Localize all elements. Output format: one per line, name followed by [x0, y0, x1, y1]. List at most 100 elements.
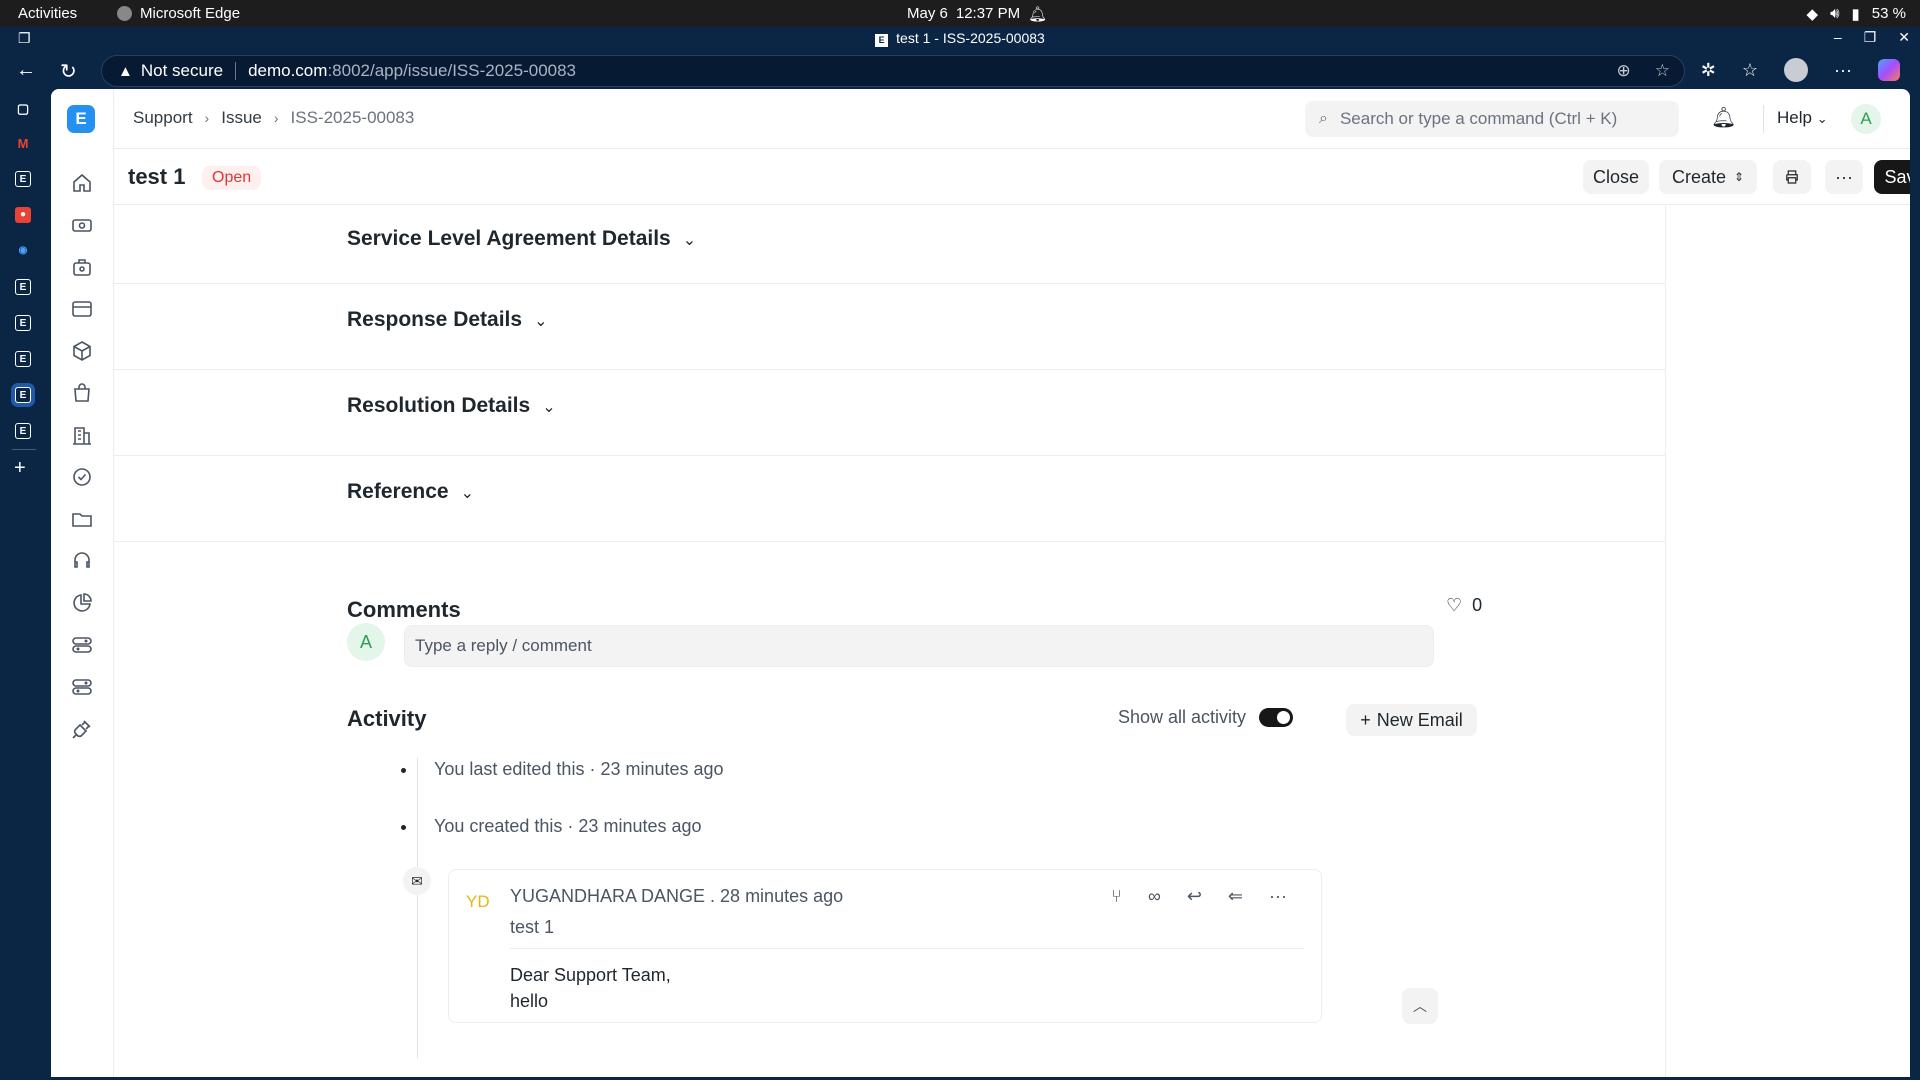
- scroll-to-top-button[interactable]: ︿: [1402, 988, 1438, 1024]
- like-counter[interactable]: ♡ 0: [1446, 595, 1482, 616]
- section-sla-details[interactable]: Service Level Agreement Details ⌄: [114, 205, 1666, 284]
- wifi-icon: ◆: [1806, 5, 1819, 23]
- like-count: 0: [1472, 595, 1483, 615]
- erpnext-tab-icon-active[interactable]: E: [15, 387, 31, 403]
- create-label: Create: [1671, 166, 1726, 187]
- breadcrumb-issue[interactable]: Issue: [221, 108, 262, 128]
- address-bar[interactable]: ▲ Not secure demo.com :8002/app/issue/IS…: [101, 55, 1685, 87]
- show-all-activity-toggle[interactable]: [1259, 708, 1293, 727]
- battery-percent: 53 %: [1871, 5, 1906, 22]
- new-email-button[interactable]: + New Email: [1346, 704, 1477, 736]
- accounting-icon[interactable]: [70, 255, 94, 279]
- erpnext-tab-icon[interactable]: E: [15, 315, 31, 331]
- search-input[interactable]: Search or type a command (Ctrl + K): [1340, 109, 1617, 129]
- more-icon[interactable]: ···: [1269, 886, 1287, 907]
- activities-button[interactable]: Activities: [18, 5, 77, 22]
- erpnext-tab-icon[interactable]: E: [15, 171, 31, 187]
- favorites-icon[interactable]: ☆: [1742, 60, 1758, 81]
- alarm-icon: 🔔︎: [1028, 5, 1048, 23]
- extensions-icon[interactable]: ✲: [1701, 60, 1716, 81]
- building-icon[interactable]: [70, 423, 94, 447]
- printer-icon: [1786, 170, 1798, 184]
- integrations-plug-icon[interactable]: [70, 717, 94, 741]
- page-head: test 1 Open Close Create ⇕ ··· Save: [114, 149, 1910, 205]
- close-button[interactable]: Close: [1583, 160, 1649, 194]
- profile-icon[interactable]: [1784, 58, 1809, 82]
- erpnext-tab-icon[interactable]: E: [15, 279, 31, 295]
- email-card[interactable]: YD YUGANDHARA DANGE . 28 minutes ago tes…: [448, 869, 1322, 1023]
- navbar-divider: [1763, 105, 1764, 133]
- breadcrumb-current[interactable]: ISS-2025-00083: [291, 108, 415, 128]
- quality-badge-icon[interactable]: [70, 465, 94, 489]
- not-secure-label[interactable]: Not secure: [141, 61, 223, 81]
- refresh-icon[interactable]: ↻: [60, 59, 77, 84]
- support-headset-icon[interactable]: [70, 549, 94, 573]
- folder-icon[interactable]: [70, 507, 94, 531]
- reply-icon[interactable]: ↩: [1187, 886, 1202, 907]
- notifications-bell-icon[interactable]: 🔔︎: [1711, 105, 1736, 130]
- link-icon[interactable]: ∞: [1148, 886, 1161, 907]
- print-button[interactable]: [1773, 160, 1811, 194]
- browser-menu-icon[interactable]: ···: [1834, 60, 1852, 81]
- system-tray[interactable]: ◆ 🔊︎ ▮ 53 %: [1807, 5, 1906, 23]
- email-body: Dear Support Team, hello: [510, 962, 671, 1014]
- chevron-down-icon: ⌄: [534, 313, 548, 330]
- ticket-icon[interactable]: [70, 213, 94, 237]
- back-icon[interactable]: ←: [16, 59, 36, 82]
- stock-box-icon[interactable]: [70, 339, 94, 363]
- card-icon[interactable]: [70, 297, 94, 321]
- url-separator: [235, 62, 237, 80]
- copilot-icon[interactable]: [1878, 59, 1900, 81]
- section-title: Reference: [347, 480, 449, 503]
- close-window-icon[interactable]: ✕: [1898, 29, 1910, 46]
- chevron-down-icon: ⌄: [1816, 111, 1828, 126]
- section-title: Service Level Agreement Details: [347, 227, 671, 250]
- search-bar[interactable]: ⌕ Search or type a command (Ctrl + K): [1305, 101, 1679, 137]
- section-response-details[interactable]: Response Details ⌄: [114, 284, 1666, 370]
- timeline-bullet: [401, 824, 406, 830]
- toggle-settings-icon[interactable]: [70, 675, 94, 699]
- gmail-tab-icon[interactable]: M: [15, 136, 31, 152]
- activity-text: You last edited this · 23 minutes ago: [434, 759, 724, 779]
- section-resolution-details[interactable]: Resolution Details ⌄: [114, 370, 1666, 456]
- home-icon[interactable]: [70, 171, 94, 195]
- page: E Support › Issue › ISS-2025-00083 ⌕ Sea…: [51, 89, 1910, 1077]
- reply-all-icon[interactable]: ⇐: [1228, 886, 1243, 907]
- user-avatar[interactable]: A: [1851, 104, 1881, 134]
- edge-tab-icon[interactable]: ◉: [15, 243, 31, 259]
- comment-input[interactable]: [404, 625, 1434, 667]
- save-button[interactable]: Save: [1874, 160, 1910, 194]
- chevron-down-icon: ⌄: [542, 399, 556, 416]
- breadcrumb-support[interactable]: Support: [133, 108, 193, 128]
- new-email-label: New Email: [1376, 709, 1463, 730]
- url-path: :8002/app/issue/ISS-2025-00083: [327, 61, 577, 80]
- up-down-chevron-icon: ⇕: [1733, 170, 1745, 184]
- erpnext-tab-icon[interactable]: E: [15, 423, 31, 439]
- favorite-star-icon[interactable]: ☆: [1655, 61, 1670, 81]
- shopping-bag-icon[interactable]: [70, 381, 94, 405]
- pie-chart-icon[interactable]: [70, 591, 94, 615]
- search-icon: ⌕: [1319, 110, 1328, 127]
- clock-date: May 6: [907, 5, 948, 22]
- edge-app-icon: [117, 6, 132, 21]
- app-logo[interactable]: E: [67, 105, 95, 133]
- mail-icon: ✉: [403, 867, 431, 895]
- restore-icon[interactable]: ❐: [1864, 29, 1877, 46]
- create-button[interactable]: Create ⇕: [1659, 160, 1757, 194]
- workspaces-icon[interactable]: ▢: [15, 101, 31, 117]
- chevron-right-icon: ›: [273, 110, 279, 126]
- more-actions-button[interactable]: ···: [1825, 160, 1863, 194]
- section-reference[interactable]: Reference ⌄: [114, 456, 1666, 542]
- minimize-icon[interactable]: –: [1834, 29, 1842, 46]
- app-tab-icon[interactable]: ●: [15, 207, 31, 223]
- timeline-bullet: [401, 767, 406, 773]
- help-dropdown[interactable]: Help ⌄: [1777, 108, 1828, 128]
- clock[interactable]: May 6 12:37 PM 🔔︎: [907, 5, 1047, 23]
- toggle-settings-icon[interactable]: [70, 633, 94, 657]
- erpnext-tab-icon[interactable]: E: [15, 351, 31, 367]
- active-app-indicator[interactable]: Microsoft Edge: [117, 5, 240, 22]
- zoom-icon[interactable]: ⊕: [1617, 61, 1631, 81]
- new-tab-icon[interactable]: +: [14, 457, 26, 480]
- branch-icon[interactable]: ⑂: [1111, 886, 1122, 907]
- chevron-down-icon: ⌄: [460, 485, 474, 502]
